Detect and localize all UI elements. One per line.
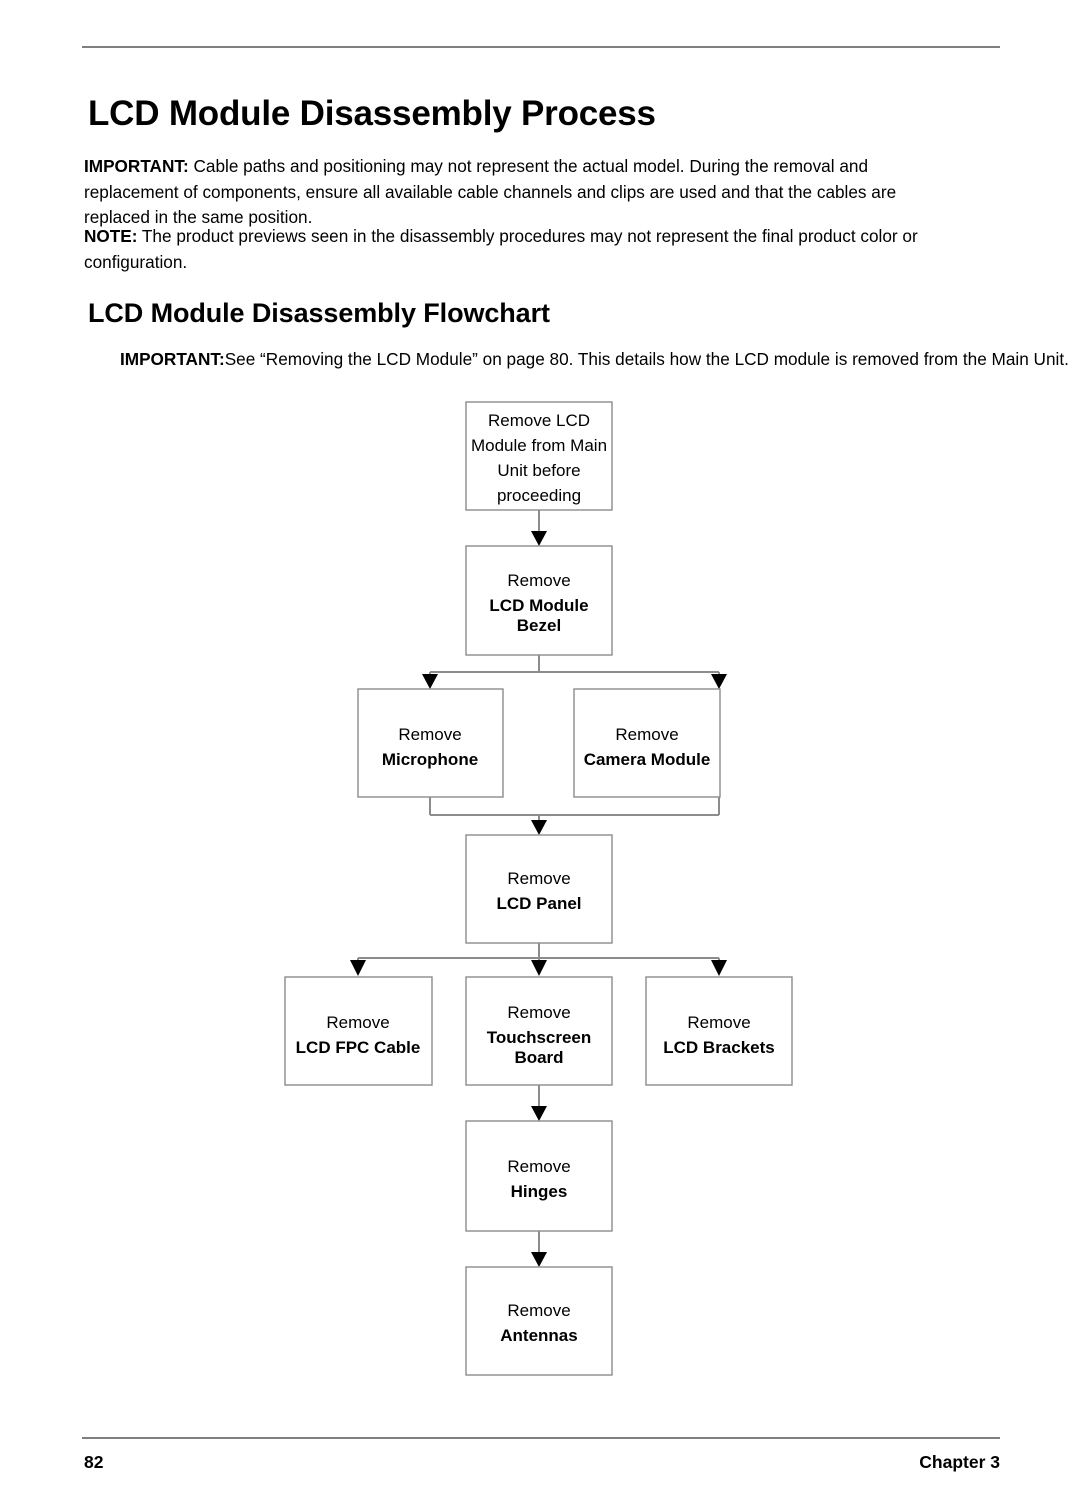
flow-node-touchscreen-line-2: Board — [514, 1048, 563, 1067]
flow-node-hinges-line-1: Hinges — [511, 1182, 568, 1201]
page-title: LCD Module Disassembly Process — [88, 94, 656, 134]
arrowhead-brackets — [711, 960, 727, 976]
flow-node-lcd-panel-line-0: Remove — [507, 869, 570, 888]
note-body: The product previews seen in the disasse… — [84, 226, 918, 272]
flowchart-important-notice: IMPORTANT:See “Removing the LCD Module” … — [120, 347, 1080, 373]
flow-node-camera: Remove Camera Module — [573, 688, 721, 798]
flow-node-hinges-line-0: Remove — [507, 1157, 570, 1176]
arrowhead-bezel — [531, 531, 547, 546]
flow-node-touchscreen: Remove Touchscreen Board — [465, 976, 613, 1086]
flow-node-lcd-panel-line-1: LCD Panel — [496, 894, 581, 913]
flow-node-antennas: Remove Antennas — [465, 1266, 613, 1376]
flow-node-antennas-line-1: Antennas — [500, 1326, 577, 1345]
document-page: LCD Module Disassembly Process IMPORTANT… — [0, 0, 1080, 1512]
flow-node-start-line-1: Module from Main — [471, 436, 607, 455]
arrowhead-lcd-panel — [531, 820, 547, 835]
flow-node-microphone-line-1: Microphone — [382, 750, 478, 769]
important-body: Cable paths and positioning may not repr… — [84, 156, 897, 228]
flowchart-important-label: IMPORTANT: — [120, 349, 225, 370]
arrowhead-microphone — [422, 674, 438, 689]
arrowhead-camera — [711, 674, 727, 689]
flow-node-hinges: Remove Hinges — [465, 1120, 613, 1232]
note-label: NOTE: — [84, 226, 138, 247]
flow-node-touchscreen-line-1: Touchscreen — [487, 1028, 592, 1047]
flow-node-fpc-cable: Remove LCD FPC Cable — [284, 976, 433, 1086]
important-label: IMPORTANT: — [84, 156, 189, 177]
flow-node-bezel: Remove LCD Module Bezel — [465, 545, 613, 656]
arrowhead-fpc-cable — [350, 960, 366, 976]
footer-chapter: Chapter 3 — [919, 1452, 1000, 1472]
flow-node-touchscreen-line-0: Remove — [507, 1003, 570, 1022]
flow-node-start-line-2: Unit before — [497, 461, 580, 480]
important-notice: IMPORTANT: Cable paths and positioning m… — [84, 154, 962, 231]
arrowhead-touchscreen — [531, 960, 547, 976]
flow-node-start: Remove LCD Module from Main Unit before … — [465, 401, 613, 511]
flow-node-lcd-panel: Remove LCD Panel — [465, 834, 613, 944]
flow-node-camera-line-1: Camera Module — [584, 750, 711, 769]
flow-node-brackets-line-0: Remove — [687, 1013, 750, 1032]
section-title: LCD Module Disassembly Flowchart — [88, 298, 550, 329]
flowchart-important-body: See “Removing the LCD Module” on page 80… — [224, 349, 1069, 370]
arrowhead-hinges — [531, 1106, 547, 1121]
flow-node-microphone-line-0: Remove — [398, 725, 461, 744]
header-divider — [82, 46, 1000, 48]
flow-node-bezel-line-2: Bezel — [517, 616, 561, 635]
flow-node-brackets-line-1: LCD Brackets — [663, 1038, 775, 1057]
flow-node-bezel-line-0: Remove — [507, 571, 570, 590]
flow-node-camera-line-0: Remove — [615, 725, 678, 744]
flow-node-fpc-cable-line-1: LCD FPC Cable — [296, 1038, 421, 1057]
arrowhead-antennas — [531, 1252, 547, 1267]
flow-node-bezel-line-1: LCD Module — [489, 596, 588, 615]
footer-divider — [82, 1437, 1000, 1439]
flow-node-fpc-cable-line-0: Remove — [326, 1013, 389, 1032]
flow-node-antennas-line-0: Remove — [507, 1301, 570, 1320]
flow-node-microphone: Remove Microphone — [357, 688, 504, 798]
flow-node-start-line-3: proceeding — [497, 486, 581, 505]
flow-node-start-line-0: Remove LCD — [488, 411, 590, 430]
flow-node-brackets: Remove LCD Brackets — [645, 976, 793, 1086]
note-notice: NOTE: The product previews seen in the d… — [84, 224, 974, 275]
